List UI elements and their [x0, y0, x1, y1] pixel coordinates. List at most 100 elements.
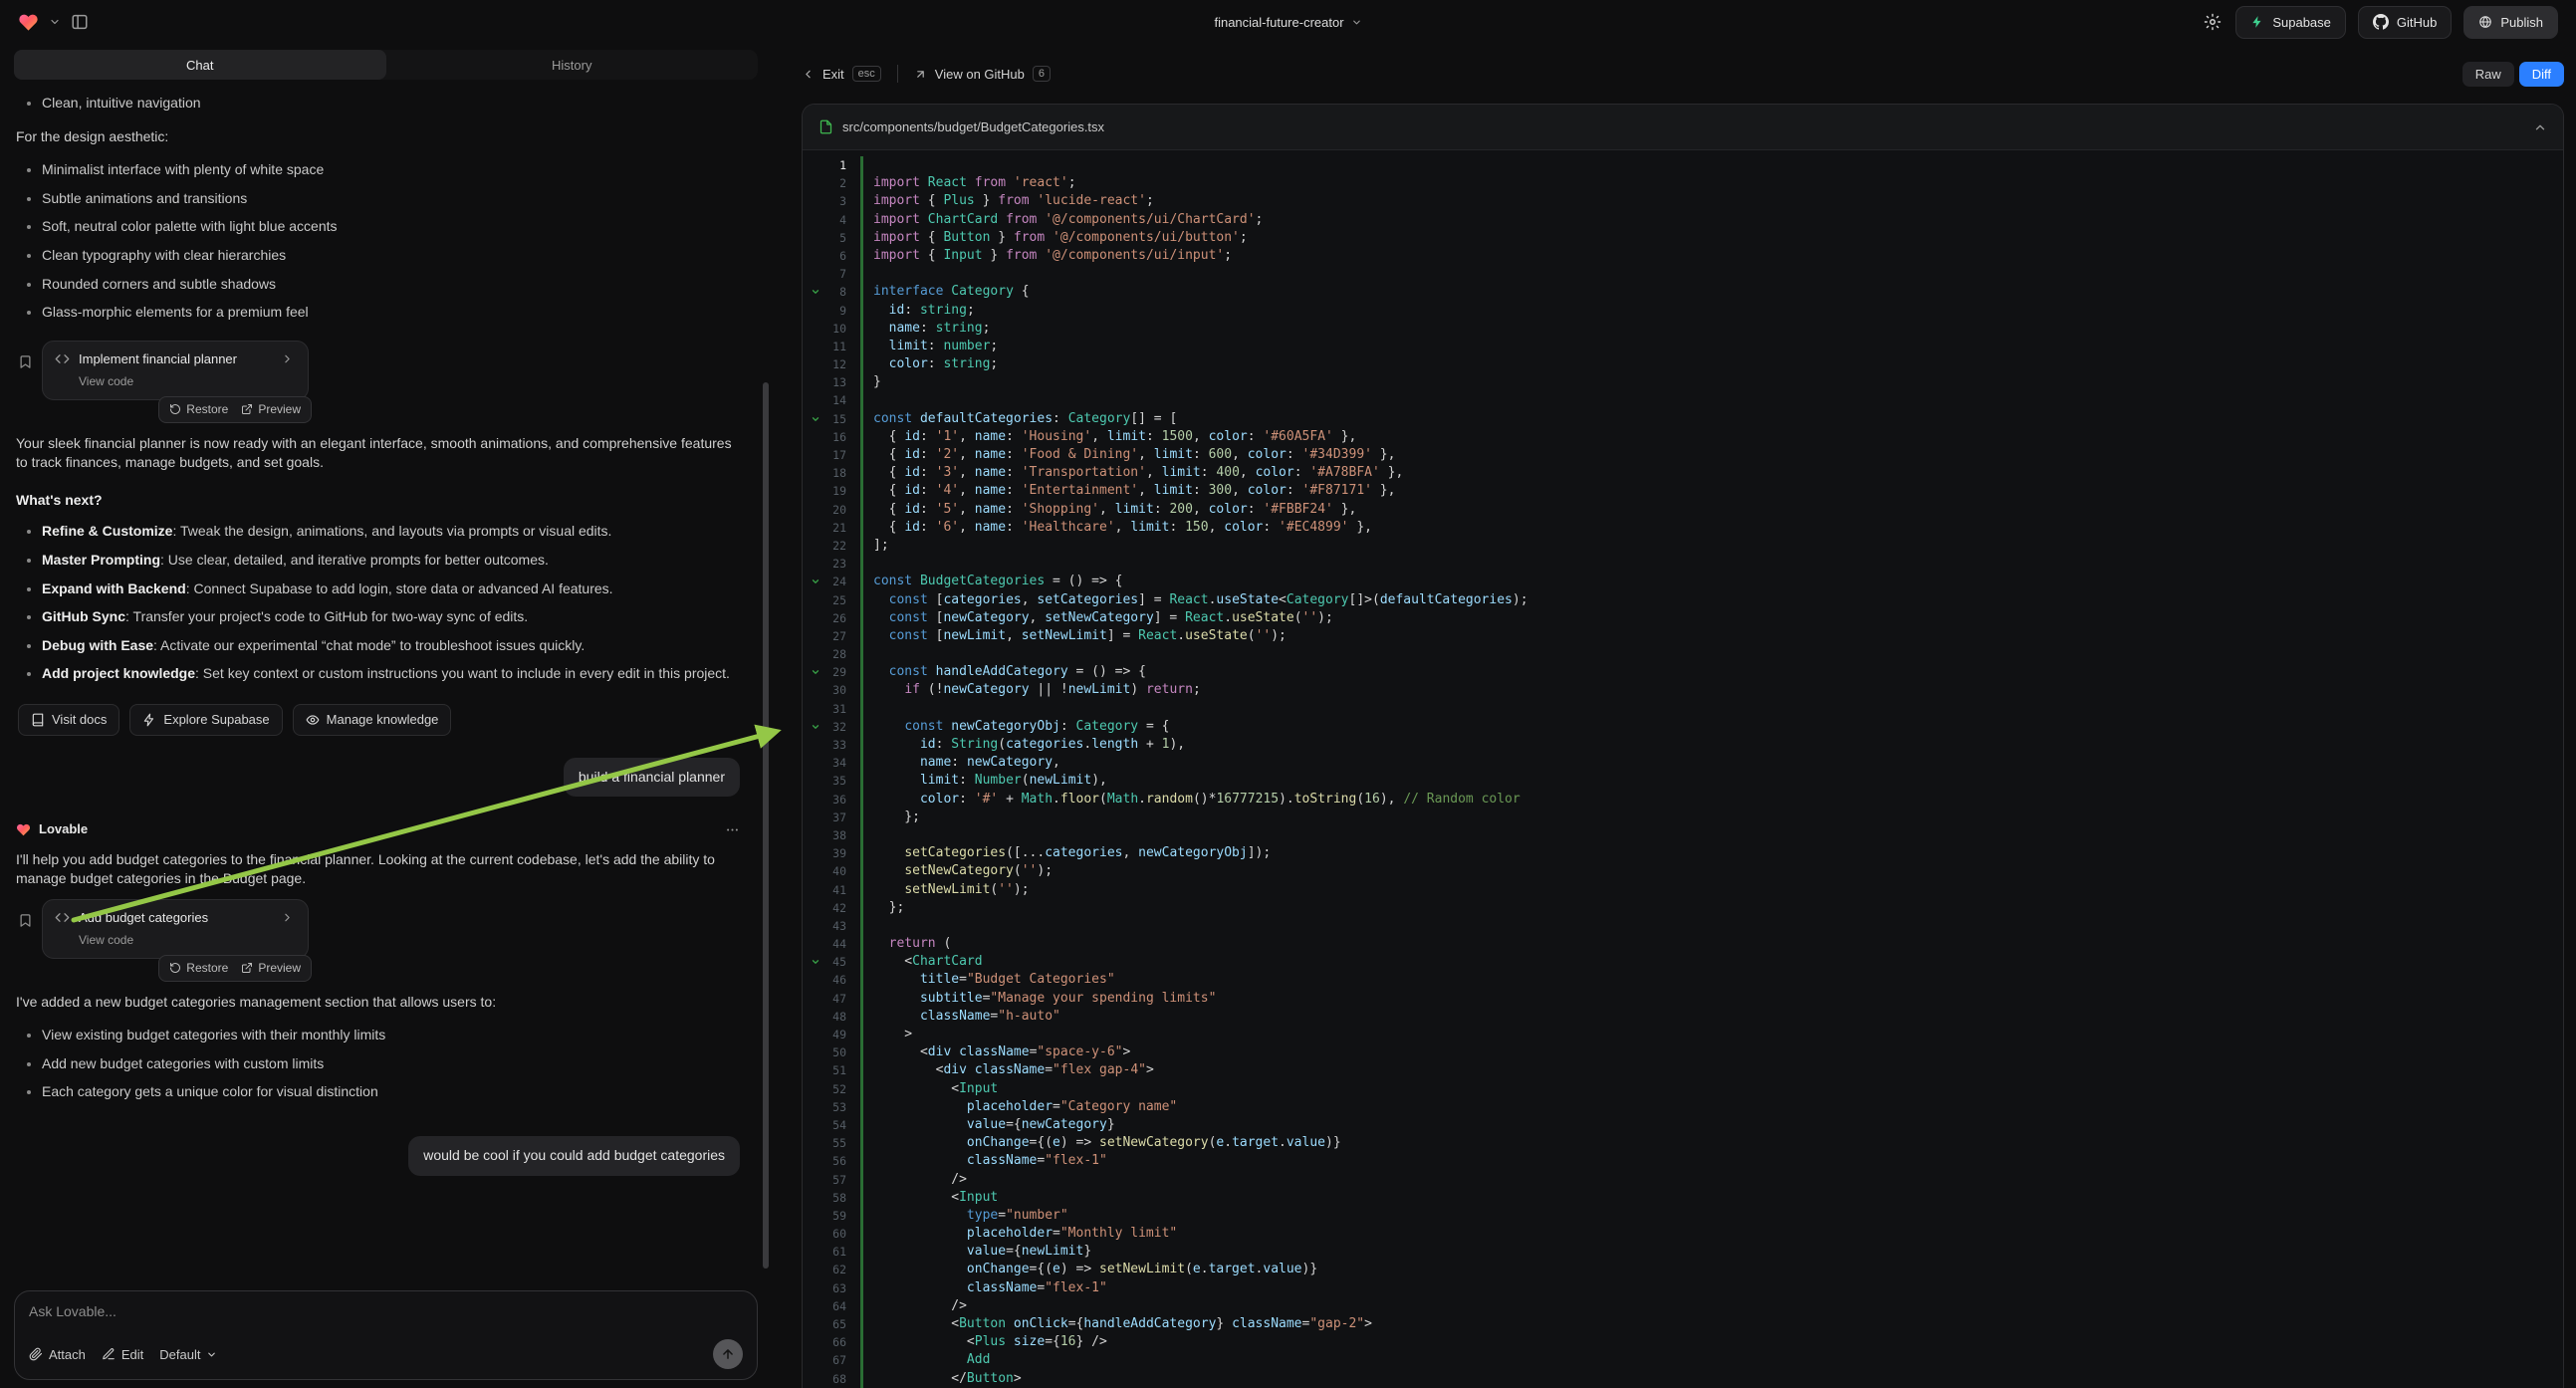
fold-chevron-icon[interactable] [809, 663, 822, 681]
chat-message-list[interactable]: Clean, intuitive navigation For the desi… [14, 88, 758, 1282]
line-number: 60 [822, 1225, 846, 1243]
line-number: 2 [822, 174, 846, 192]
bullet-item: Soft, neutral color palette with light b… [42, 217, 740, 237]
code-line: 47 subtitle="Manage your spending limits… [803, 990, 2563, 1008]
file-header[interactable]: src/components/budget/BudgetCategories.t… [803, 105, 2563, 150]
visit-docs-button[interactable]: Visit docs [18, 704, 119, 736]
diff-added-bar [860, 1297, 863, 1315]
preview-button[interactable]: Preview [241, 401, 301, 418]
github-button[interactable]: GitHub [2358, 6, 2452, 39]
line-number: 38 [822, 826, 846, 844]
chat-scrollbar[interactable] [763, 382, 769, 1269]
composer: Attach Edit Default [14, 1290, 758, 1380]
fold-gutter [809, 609, 822, 627]
project-chevron-down-icon [1351, 17, 1362, 28]
project-switcher[interactable]: financial-future-creator [1214, 15, 1361, 30]
supabase-button[interactable]: Supabase [2235, 6, 2346, 39]
manage-knowledge-button[interactable]: Manage knowledge [293, 704, 452, 736]
line-number: 9 [822, 302, 846, 320]
more-options-icon[interactable] [725, 822, 740, 837]
diff-added-bar [860, 862, 863, 880]
line-number: 5 [822, 229, 846, 247]
diff-added-bar [860, 1152, 863, 1170]
design-bullet-list: Minimalist interface with plenty of whit… [16, 160, 740, 323]
chat-input[interactable] [29, 1303, 743, 1319]
fold-gutter [809, 1134, 822, 1152]
view-on-github-button[interactable]: View on GitHub 6 [914, 66, 1051, 82]
fold-gutter [809, 156, 822, 174]
diff-added-bar [860, 1243, 863, 1261]
diff-button[interactable]: Diff [2519, 62, 2564, 87]
fold-gutter [809, 1351, 822, 1369]
line-number: 4 [822, 211, 846, 229]
fold-chevron-icon[interactable] [809, 410, 822, 428]
code-line: 68 </Button> [803, 1370, 2563, 1388]
bookmark-icon[interactable] [18, 913, 33, 928]
code-line: 63 className="flex-1" [803, 1279, 2563, 1297]
diff-added-bar [860, 772, 863, 790]
fold-chevron-icon[interactable] [809, 283, 822, 301]
sidebar-toggle-icon[interactable] [71, 13, 89, 31]
code-viewer[interactable]: 1 2import React from 'react';3import { P… [803, 150, 2563, 1388]
code-line: 41 setNewLimit(''); [803, 881, 2563, 899]
publish-label: Publish [2500, 15, 2543, 30]
restore-button[interactable]: Restore [169, 960, 228, 977]
preview-button[interactable]: Preview [241, 960, 301, 977]
bookmark-icon[interactable] [18, 354, 33, 369]
workspace-chevron-down-icon[interactable] [49, 16, 61, 28]
fold-gutter [809, 464, 822, 482]
line-number: 66 [822, 1333, 846, 1351]
fold-gutter [809, 1026, 822, 1043]
code-icon [55, 351, 70, 366]
code-text: }; [863, 899, 904, 917]
view-code-link[interactable]: View code [79, 373, 133, 390]
code-text: return ( [863, 935, 951, 953]
restore-icon [169, 962, 181, 974]
lovable-heart-icon [16, 822, 31, 837]
view-code-link[interactable]: View code [79, 932, 133, 949]
line-number: 65 [822, 1315, 846, 1333]
diff-added-bar [860, 681, 863, 699]
edit-mode-button[interactable]: Edit [102, 1347, 143, 1362]
code-text [863, 156, 881, 174]
fold-gutter [809, 1080, 822, 1098]
code-text: import { Plus } from 'lucide-react'; [863, 192, 1154, 210]
code-line: 43 [803, 917, 2563, 935]
attach-button[interactable]: Attach [29, 1347, 86, 1362]
edit-card-add-budget-categories[interactable]: Add budget categories View code Restore [42, 899, 309, 959]
fold-chevron-icon[interactable] [809, 953, 822, 971]
code-line: 46 title="Budget Categories" [803, 971, 2563, 989]
line-number: 45 [822, 953, 846, 971]
code-text: subtitle="Manage your spending limits" [863, 990, 1216, 1008]
code-text: Add [863, 1351, 990, 1369]
tab-chat[interactable]: Chat [14, 50, 386, 80]
globe-icon [2478, 15, 2492, 29]
pencil-icon [102, 1347, 116, 1361]
collapse-file-chevron-up-icon[interactable] [2533, 120, 2547, 134]
code-line: 13} [803, 373, 2563, 391]
code-line: 65 <Button onClick={handleAddCategory} c… [803, 1315, 2563, 1333]
line-number: 54 [822, 1116, 846, 1134]
code-line: 7 [803, 265, 2563, 283]
exit-button[interactable]: Exit esc [802, 66, 881, 82]
explore-supabase-button[interactable]: Explore Supabase [129, 704, 282, 736]
restore-button[interactable]: Restore [169, 401, 228, 418]
diff-added-bar [860, 265, 863, 283]
code-line: 11 limit: number; [803, 338, 2563, 355]
settings-gear-icon[interactable] [2204, 13, 2222, 31]
code-line: 37 }; [803, 809, 2563, 826]
tab-history[interactable]: History [386, 50, 759, 80]
lovable-logo-heart-icon[interactable] [18, 12, 39, 33]
send-button[interactable] [713, 1339, 743, 1369]
next-steps-list: Refine & Customize: Tweak the design, an… [16, 522, 740, 684]
publish-button[interactable]: Publish [2463, 6, 2558, 39]
edit-card-implement-financial-planner[interactable]: Implement financial planner View code Re… [42, 341, 309, 400]
code-text [863, 555, 881, 573]
fold-chevron-icon[interactable] [809, 573, 822, 590]
code-text: onChange={(e) => setNewCategory(e.target… [863, 1134, 1341, 1152]
fold-gutter [809, 555, 822, 573]
fold-chevron-icon[interactable] [809, 718, 822, 736]
raw-button[interactable]: Raw [2462, 62, 2514, 87]
topbar: financial-future-creator Supabase GitHub [0, 0, 2576, 44]
model-select[interactable]: Default [159, 1347, 217, 1362]
